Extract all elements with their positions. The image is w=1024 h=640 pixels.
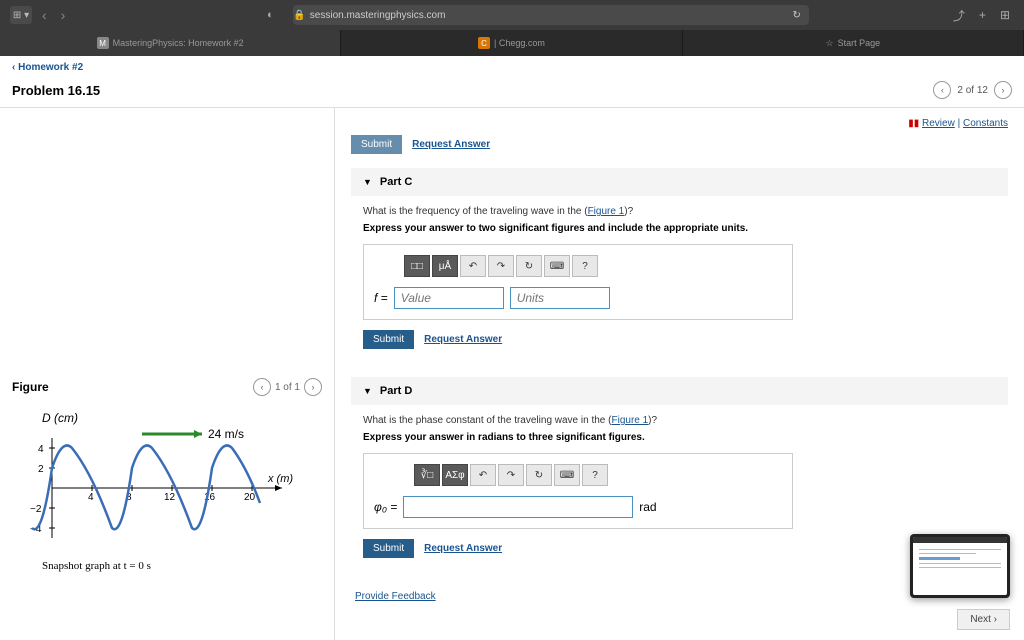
part-c-header[interactable]: ▼ Part C xyxy=(351,168,1008,196)
svg-text:20: 20 xyxy=(244,492,256,503)
part-title: Part C xyxy=(380,176,412,188)
reset-button[interactable]: ↻ xyxy=(516,255,542,277)
part-d-question: What is the phase constant of the travel… xyxy=(363,415,996,426)
part-title: Part D xyxy=(380,385,412,397)
var-label: f = xyxy=(374,291,388,305)
redo-button[interactable]: ↷ xyxy=(498,464,524,486)
request-answer-d[interactable]: Request Answer xyxy=(424,543,502,554)
svg-text:4: 4 xyxy=(38,444,44,455)
new-tab-icon[interactable]: + xyxy=(975,8,990,22)
svg-text:24 m/s: 24 m/s xyxy=(208,427,244,441)
units-button[interactable]: μÅ xyxy=(432,255,458,277)
problem-title: Problem 16.15 xyxy=(12,83,100,98)
keyboard-button[interactable]: ⌨ xyxy=(554,464,580,486)
submit-button-prev[interactable]: Submit xyxy=(351,135,402,154)
svg-text:2: 2 xyxy=(38,464,44,475)
template-button[interactable]: ∛□ xyxy=(414,464,440,486)
tab-bar: M MasteringPhysics: Homework #2 C | Chegg.… xyxy=(0,30,1024,56)
part-d-header[interactable]: ▼ Part D xyxy=(351,377,1008,405)
undo-button[interactable]: ↶ xyxy=(470,464,496,486)
collapse-icon: ▼ xyxy=(363,386,372,396)
svg-text:x (m): x (m) xyxy=(267,473,293,485)
tabs-icon[interactable]: ⊞ xyxy=(996,8,1014,22)
fig-next[interactable]: › xyxy=(304,378,322,396)
keyboard-button[interactable]: ⌨ xyxy=(544,255,570,277)
undo-button[interactable]: ↶ xyxy=(460,255,486,277)
pager-text: 2 of 12 xyxy=(957,85,988,96)
svg-text:12: 12 xyxy=(164,492,176,503)
submit-button-d[interactable]: Submit xyxy=(363,539,414,558)
greek-button[interactable]: ΑΣφ xyxy=(442,464,468,486)
tab-mastering[interactable]: M MasteringPhysics: Homework #2 xyxy=(0,30,341,56)
browser-toolbar: ⊞ ▾ ‹ › ◐ 🔒 session.masteringphysics.com… xyxy=(0,0,1024,30)
part-c-question: What is the frequency of the traveling w… xyxy=(363,206,996,217)
prev-problem[interactable]: ‹ xyxy=(933,81,951,99)
figure-caption: Snapshot graph at t = 0 s xyxy=(12,560,322,572)
next-button[interactable]: Next › xyxy=(957,609,1010,630)
figure-graph: D (cm) 4 2 −2 −4 4 8 12 16 20 x (m) 24 m… xyxy=(12,408,302,558)
answer-box-d: ∛□ ΑΣφ ↶ ↷ ↻ ⌨ ? φ₀ = rad xyxy=(363,453,793,529)
tab-chegg[interactable]: C | Chegg.com xyxy=(341,30,682,56)
reload-icon[interactable]: ↻ xyxy=(793,10,801,21)
flag-icon[interactable]: ▮▮ xyxy=(908,118,919,129)
submit-button-c[interactable]: Submit xyxy=(363,330,414,349)
tab-start[interactable]: ☆ Start Page xyxy=(683,30,1024,56)
tab-label: MasteringPhysics: Homework #2 xyxy=(113,38,244,48)
help-button[interactable]: ? xyxy=(582,464,608,486)
forward-button[interactable]: › xyxy=(57,7,70,23)
address-bar[interactable]: 🔒 session.masteringphysics.com ↻ xyxy=(293,5,809,25)
phi-input[interactable] xyxy=(403,496,633,518)
constants-link[interactable]: Constants xyxy=(963,118,1008,129)
var-label: φ₀ = xyxy=(374,500,397,514)
template-button[interactable]: □□ xyxy=(404,255,430,277)
part-d-instruction: Express your answer in radians to three … xyxy=(363,432,996,443)
svg-text:4: 4 xyxy=(88,492,94,503)
top-links: ▮▮ Review | Constants xyxy=(351,118,1008,129)
sidebar-toggle[interactable]: ⊞ ▾ xyxy=(10,6,32,24)
redo-button[interactable]: ↷ xyxy=(488,255,514,277)
pip-thumbnail[interactable] xyxy=(910,534,1010,598)
part-c-instruction: Express your answer to two significant f… xyxy=(363,223,996,234)
fig-prev[interactable]: ‹ xyxy=(253,378,271,396)
figure-link[interactable]: Figure 1 xyxy=(588,206,625,217)
answer-box-c: □□ μÅ ↶ ↷ ↻ ⌨ ? f = xyxy=(363,244,793,320)
reset-button[interactable]: ↻ xyxy=(526,464,552,486)
problem-pager: ‹ 2 of 12 › xyxy=(933,81,1012,99)
request-answer-link[interactable]: Request Answer xyxy=(412,139,490,150)
url-text: session.masteringphysics.com xyxy=(310,10,446,21)
figure-link[interactable]: Figure 1 xyxy=(611,415,648,426)
tab-icon: C xyxy=(478,37,490,49)
tab-icon: M xyxy=(97,37,109,49)
share-icon[interactable]: ⤴ xyxy=(949,7,969,24)
tab-label: Start Page xyxy=(838,38,881,48)
back-button[interactable]: ‹ xyxy=(38,7,51,23)
review-link[interactable]: Review xyxy=(922,118,955,129)
svg-text:−2: −2 xyxy=(30,504,42,515)
units-input[interactable] xyxy=(510,287,610,309)
tab-label: | Chegg.com xyxy=(494,38,545,48)
help-button[interactable]: ? xyxy=(572,255,598,277)
lock-icon: 🔒 xyxy=(293,10,305,21)
breadcrumb[interactable]: ‹ Homework #2 xyxy=(0,56,1024,79)
star-icon: ☆ xyxy=(826,38,834,49)
next-problem[interactable]: › xyxy=(994,81,1012,99)
request-answer-c[interactable]: Request Answer xyxy=(424,334,502,345)
figure-pager: ‹ 1 of 1 › xyxy=(253,378,322,396)
shield-icon[interactable]: ◐ xyxy=(261,6,279,24)
svg-text:D (cm): D (cm) xyxy=(42,411,78,425)
unit-label: rad xyxy=(639,500,656,514)
value-input[interactable] xyxy=(394,287,504,309)
collapse-icon: ▼ xyxy=(363,177,372,187)
figure-title: Figure xyxy=(12,380,49,394)
provide-feedback-link[interactable]: Provide Feedback xyxy=(351,591,436,602)
